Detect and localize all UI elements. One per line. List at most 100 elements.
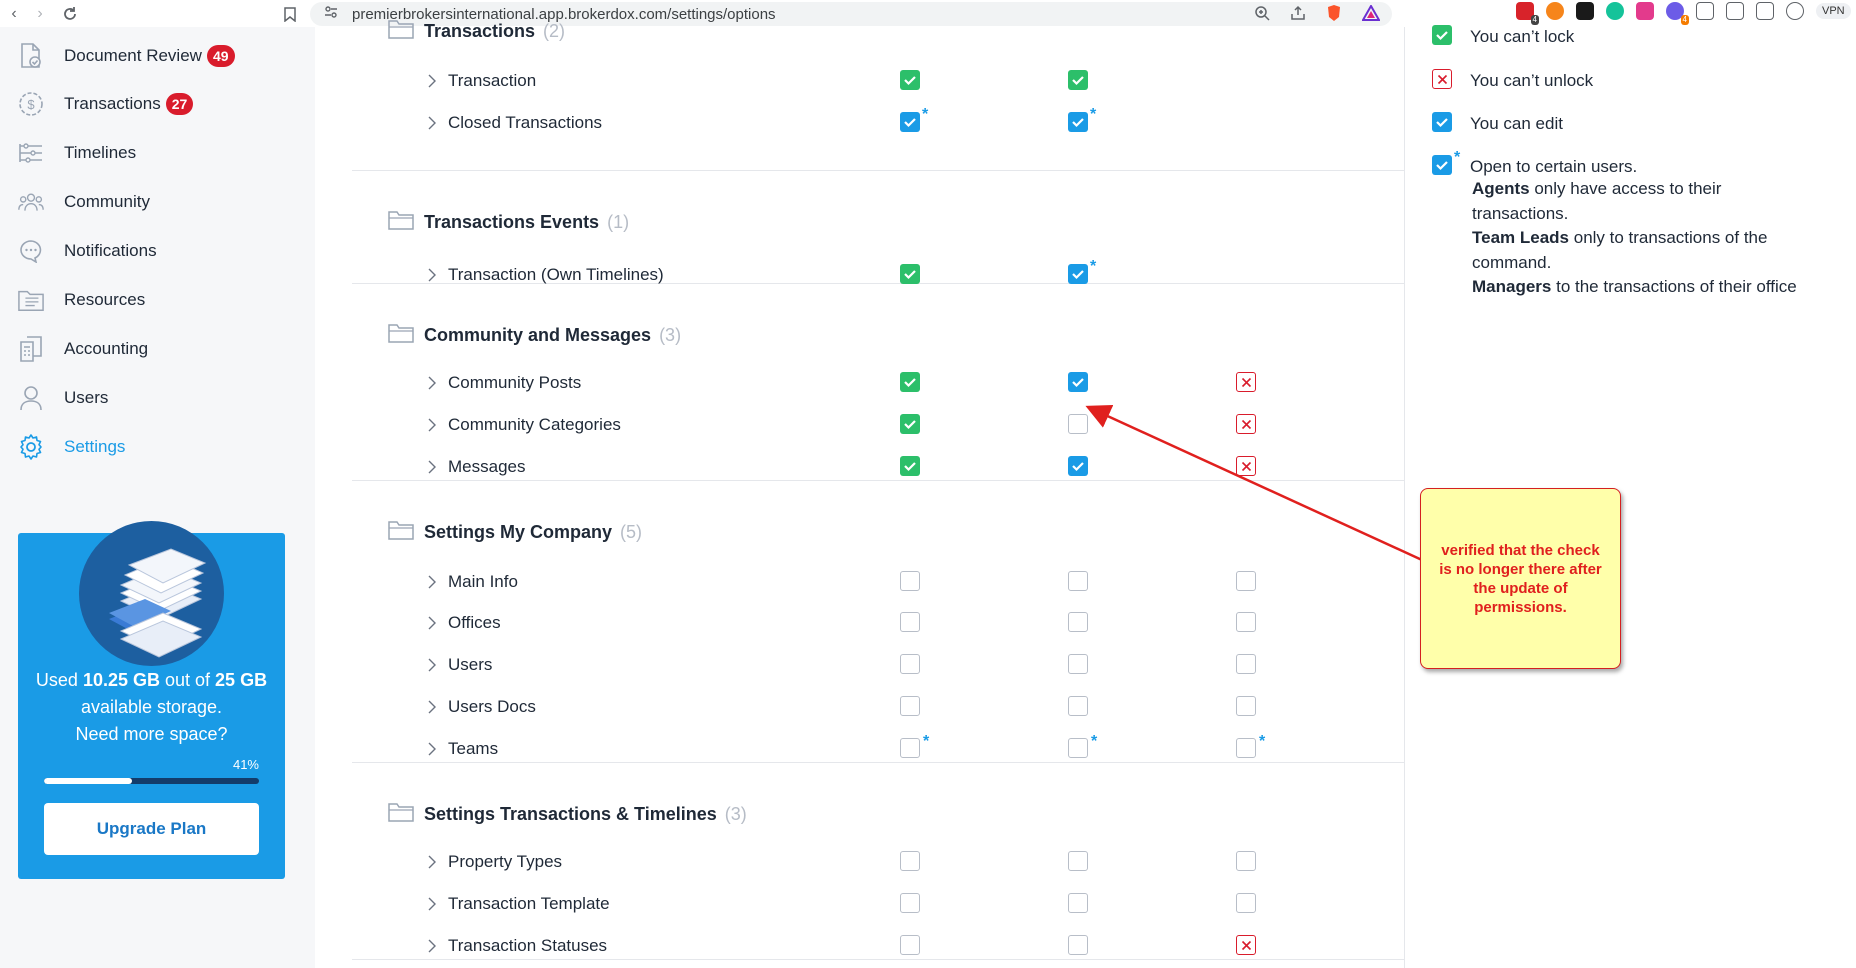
- permission-checkbox[interactable]: *: [900, 106, 928, 132]
- storage-suffix-text: available storage.: [80, 697, 223, 717]
- permission-checkbox[interactable]: [1068, 571, 1088, 591]
- extension-icon[interactable]: [1636, 2, 1654, 20]
- sidebar-item-timelines[interactable]: Timelines: [18, 138, 136, 168]
- permission-checkbox[interactable]: [1236, 935, 1256, 955]
- permission-checkbox[interactable]: [900, 264, 920, 284]
- permission-row[interactable]: Users Docs: [428, 695, 536, 719]
- extension-icon[interactable]: 4: [1516, 2, 1539, 25]
- permissions-table: Transactions (2) Transaction Closed Transac…: [352, 20, 1405, 968]
- permission-checkbox[interactable]: [1068, 456, 1088, 476]
- chevron-right-icon: [428, 616, 438, 630]
- extension-icon[interactable]: [1576, 2, 1594, 20]
- permission-row[interactable]: Users: [428, 653, 492, 677]
- permission-checkbox[interactable]: [1068, 372, 1088, 392]
- permission-checkbox[interactable]: [900, 70, 920, 90]
- permission-checkbox[interactable]: [1068, 414, 1088, 434]
- dollar-cycle-icon: $: [18, 91, 44, 117]
- section-header[interactable]: Transactions Events (1): [388, 210, 629, 235]
- permission-row[interactable]: Community Categories: [428, 413, 621, 437]
- forward-icon[interactable]: ›: [28, 2, 52, 26]
- permission-checkbox[interactable]: [1068, 612, 1088, 632]
- permission-row[interactable]: Main Info: [428, 570, 518, 594]
- permission-checkbox[interactable]: [900, 372, 920, 392]
- permission-checkbox[interactable]: [900, 654, 920, 674]
- vpn-button[interactable]: VPN: [1816, 3, 1851, 19]
- permission-checkbox[interactable]: [1068, 696, 1088, 716]
- sidebar-toggle-icon[interactable]: [1726, 2, 1744, 20]
- permission-checkbox[interactable]: [1236, 612, 1256, 632]
- chevron-right-icon: [428, 939, 438, 953]
- folder-icon: [388, 19, 414, 44]
- permission-row[interactable]: Offices: [428, 611, 501, 635]
- permission-checkbox[interactable]: [900, 456, 920, 476]
- wallet-icon[interactable]: [1756, 2, 1774, 20]
- storage-card: Used 10.25 GB out of 25 GB available sto…: [18, 521, 285, 879]
- legend-text: You can edit: [1470, 114, 1563, 133]
- permission-checkbox[interactable]: [1236, 372, 1256, 392]
- section-header[interactable]: Settings Transactions & Timelines (3): [388, 802, 747, 827]
- sidebar-item-accounting[interactable]: Accounting: [18, 334, 148, 364]
- site-settings-icon[interactable]: [324, 5, 338, 24]
- sidebar-item-transactions[interactable]: $ Transactions 27: [18, 89, 194, 119]
- grammarly-icon[interactable]: [1606, 2, 1624, 20]
- permission-row[interactable]: Transaction Statuses: [428, 934, 607, 958]
- upgrade-plan-button[interactable]: Upgrade Plan: [44, 803, 259, 855]
- empty-checkbox-icon: [1236, 654, 1256, 674]
- permission-checkbox[interactable]: [1236, 571, 1256, 591]
- bookmark-icon[interactable]: [278, 2, 302, 26]
- empty-checkbox-icon: [1068, 571, 1088, 591]
- permission-checkbox[interactable]: [1068, 851, 1088, 871]
- permission-checkbox[interactable]: [900, 893, 920, 913]
- permission-checkbox[interactable]: [1236, 851, 1256, 871]
- legend-managers-bold: Managers: [1472, 277, 1552, 296]
- permission-checkbox[interactable]: [1236, 414, 1256, 434]
- permission-checkbox[interactable]: *: [1236, 733, 1265, 758]
- chevron-right-icon: [428, 658, 438, 672]
- chevron-right-icon: [428, 575, 438, 589]
- permission-checkbox[interactable]: *: [1068, 106, 1096, 132]
- permission-checkbox[interactable]: [900, 571, 920, 591]
- permission-checkbox[interactable]: [900, 414, 920, 434]
- sidebar-item-label: Document Review: [64, 46, 202, 65]
- asterisk-icon: *: [923, 733, 930, 750]
- empty-checkbox-icon: [900, 696, 920, 716]
- sidebar-item-settings[interactable]: Settings: [18, 432, 125, 462]
- permission-checkbox[interactable]: [1068, 654, 1088, 674]
- leo-ai-icon[interactable]: [1786, 2, 1804, 20]
- sidebar-item-community[interactable]: Community: [18, 187, 150, 217]
- permission-checkbox[interactable]: *: [900, 733, 929, 758]
- permission-checkbox[interactable]: [1236, 696, 1256, 716]
- permission-checkbox[interactable]: [900, 696, 920, 716]
- permission-row[interactable]: Transaction: [428, 69, 536, 93]
- extension-icon[interactable]: 4: [1666, 2, 1689, 25]
- permission-checkbox[interactable]: *: [1068, 258, 1096, 284]
- permission-checkbox[interactable]: [1236, 654, 1256, 674]
- permission-checkbox[interactable]: [1068, 70, 1088, 90]
- permission-row[interactable]: Messages: [428, 455, 525, 479]
- permission-checkbox[interactable]: [900, 851, 920, 871]
- reload-icon[interactable]: [58, 2, 82, 26]
- section-header[interactable]: Community and Messages (3): [388, 323, 681, 348]
- permission-checkbox[interactable]: [1236, 893, 1256, 913]
- metamask-icon[interactable]: [1546, 2, 1564, 20]
- empty-checkbox-icon: [1236, 571, 1256, 591]
- section-header[interactable]: Settings My Company (5): [388, 520, 642, 545]
- puzzle-icon[interactable]: [1696, 2, 1714, 20]
- permission-row[interactable]: Property Types: [428, 850, 562, 874]
- sidebar-item-document-review[interactable]: Document Review 49: [18, 41, 235, 71]
- permission-checkbox[interactable]: [900, 612, 920, 632]
- permission-checkbox[interactable]: [900, 935, 920, 955]
- back-icon[interactable]: ‹: [2, 2, 26, 26]
- sidebar-item-users[interactable]: Users: [18, 383, 108, 413]
- sidebar-item-notifications[interactable]: Notifications: [18, 236, 157, 266]
- permission-checkbox[interactable]: *: [1068, 733, 1097, 758]
- permission-row[interactable]: Teams: [428, 737, 498, 761]
- section-header[interactable]: Transactions (2): [388, 19, 565, 44]
- permission-row[interactable]: Transaction Template: [428, 892, 610, 916]
- permission-checkbox[interactable]: [1236, 456, 1256, 476]
- permission-checkbox[interactable]: [1068, 893, 1088, 913]
- sidebar-item-resources[interactable]: Resources: [18, 285, 145, 315]
- permission-row[interactable]: Closed Transactions: [428, 111, 602, 135]
- permission-row[interactable]: Community Posts: [428, 371, 581, 395]
- permission-checkbox[interactable]: [1068, 935, 1088, 955]
